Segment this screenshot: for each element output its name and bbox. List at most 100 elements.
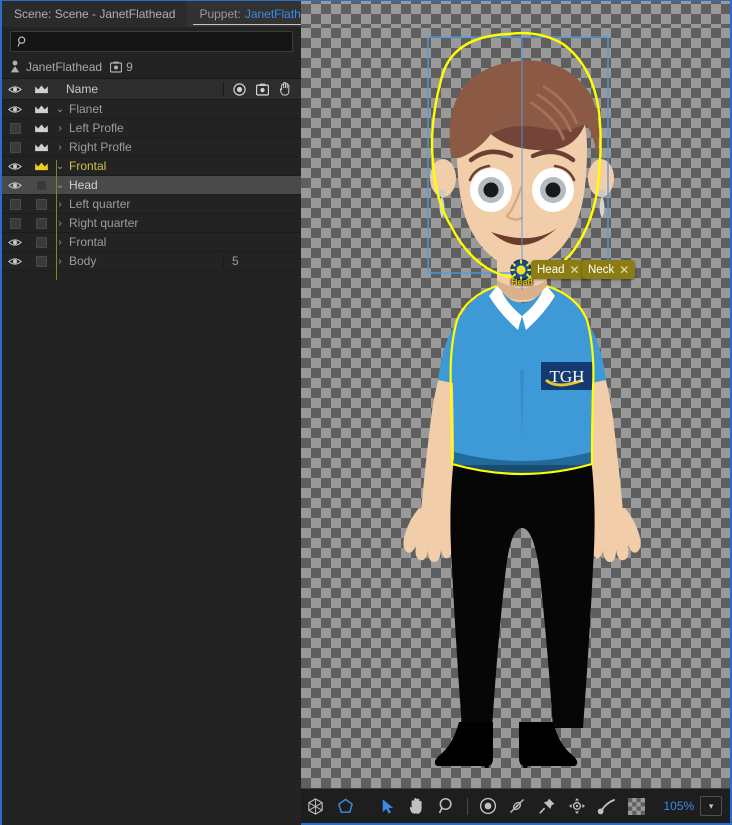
visibility-toggle-off[interactable] xyxy=(2,122,28,134)
layer-list: ⌄ Flanet › Left Profle › Right Profle ⌄ Frontal… xyxy=(2,100,301,271)
puppet-name-label: JanetFlathead xyxy=(26,59,103,74)
visibility-toggle-off[interactable] xyxy=(2,141,28,153)
tag-neck[interactable]: Neck ✕ xyxy=(582,260,636,279)
toolbar-separator xyxy=(466,797,468,815)
eye-icon[interactable] xyxy=(2,257,28,266)
panel-tabbar: Scene: Scene - JanetFlathead Puppet: Jan… xyxy=(2,0,353,27)
zoom-magnifier-icon[interactable] xyxy=(432,791,462,821)
layer-row[interactable]: ⌄ Head xyxy=(2,176,301,195)
column-visibility[interactable] xyxy=(2,85,28,94)
visibility-off-box xyxy=(9,217,21,229)
layer-list-header: Name xyxy=(2,78,301,100)
puppet-trigger-count: 9 xyxy=(110,60,133,74)
layer-row[interactable]: › Right quarter xyxy=(2,214,301,233)
crown-icon[interactable] xyxy=(28,142,54,153)
crown-placeholder[interactable] xyxy=(28,236,54,248)
tab-scene[interactable]: Scene: Scene - JanetFlathead xyxy=(2,1,188,27)
crown-off-box xyxy=(35,179,47,191)
layer-name-label: Left Profle xyxy=(69,121,124,135)
layer-name-label: Head xyxy=(69,178,98,192)
hand-trigger-icon[interactable] xyxy=(279,82,292,96)
canvas-toolbar: 105% ▾ xyxy=(301,788,730,823)
chevron-right-icon[interactable]: › xyxy=(54,142,66,153)
zoom-level-value[interactable]: 105% xyxy=(664,799,695,813)
eye-icon[interactable] xyxy=(2,181,28,190)
transparency-grid-icon[interactable] xyxy=(622,791,652,821)
search-icon xyxy=(17,36,26,47)
search-row xyxy=(2,27,301,55)
crown-off-box xyxy=(35,236,47,248)
pin-icon[interactable] xyxy=(532,791,562,821)
canvas-panel: TGH Head Head ✕ Neck ✕ xyxy=(301,0,732,825)
layer-row[interactable]: › Left Profle xyxy=(2,119,301,138)
visibility-off-box xyxy=(9,141,21,153)
layer-row[interactable]: ⌄ Flanet xyxy=(2,100,301,119)
origin-handle-icon[interactable] xyxy=(473,791,503,821)
puppet-artwork[interactable]: TGH xyxy=(301,28,730,789)
eye-icon[interactable] xyxy=(2,105,28,114)
layer-name-cell[interactable]: › Body xyxy=(54,254,223,268)
layer-value-cell[interactable]: 5 xyxy=(223,254,301,268)
layer-name-cell[interactable]: › Left quarter xyxy=(54,197,223,211)
layer-name-cell[interactable]: › Right Profle xyxy=(54,140,223,154)
column-name[interactable]: Name xyxy=(54,82,223,96)
puppet-canvas[interactable]: TGH Head Head ✕ Neck ✕ xyxy=(301,28,730,789)
layer-name-cell[interactable]: ⌄ Flanet xyxy=(54,102,223,116)
crown-placeholder[interactable] xyxy=(28,255,54,267)
layer-row[interactable]: › Left quarter xyxy=(2,195,301,214)
search-input[interactable] xyxy=(34,35,286,48)
visibility-toggle-off[interactable] xyxy=(2,217,28,229)
crown-placeholder[interactable] xyxy=(28,179,54,191)
layer-name-label: Flanet xyxy=(69,102,103,116)
polygon-mesh-icon[interactable] xyxy=(331,791,361,821)
select-arrow-icon[interactable] xyxy=(372,791,402,821)
crown-off-box xyxy=(35,255,47,267)
chevron-down-icon[interactable]: ⌄ xyxy=(54,104,66,115)
layer-name-cell[interactable]: › Right quarter xyxy=(54,216,223,230)
tag-head-close-icon[interactable]: ✕ xyxy=(570,264,580,276)
eye-icon[interactable] xyxy=(2,238,28,247)
layer-row[interactable]: › Right Profle xyxy=(2,138,301,157)
layer-name-cell[interactable]: ⌄ Frontal xyxy=(54,159,223,173)
puppet-icon xyxy=(10,60,20,73)
record-icon[interactable] xyxy=(233,82,246,96)
layer-row[interactable]: › Body 5 xyxy=(2,252,301,271)
layer-row[interactable]: ⌄ Frontal xyxy=(2,157,301,176)
crown-off-box xyxy=(35,198,47,210)
puppet-badge-icon[interactable] xyxy=(256,83,269,96)
layer-name-label: Frontal xyxy=(69,159,107,173)
puppet-editor-window: Scene: Scene - JanetFlathead Puppet: Jan… xyxy=(0,0,732,825)
layer-name-cell[interactable]: › Left Profle xyxy=(54,121,223,135)
crown-icon[interactable] xyxy=(28,104,54,115)
layer-name-cell[interactable]: ⌄ Head xyxy=(54,178,223,192)
tag-neck-close-icon[interactable]: ✕ xyxy=(619,264,629,276)
draggable-handle-icon[interactable] xyxy=(592,791,622,821)
column-name-label: Name xyxy=(66,82,99,96)
tag-head[interactable]: Head ✕ xyxy=(531,260,586,279)
puppet-info-row[interactable]: JanetFlathead 9 xyxy=(2,55,301,78)
search-box[interactable] xyxy=(10,31,293,52)
origin-handle-label: Head xyxy=(511,277,534,287)
column-crown[interactable] xyxy=(28,84,54,95)
crown-icon[interactable] xyxy=(28,123,54,134)
layer-row[interactable]: › Frontal xyxy=(2,233,301,252)
legs-group xyxy=(434,458,595,768)
visibility-toggle-off[interactable] xyxy=(2,198,28,210)
layer-name-label: Left quarter xyxy=(69,197,131,211)
visibility-off-box xyxy=(9,198,21,210)
chevron-right-icon[interactable]: › xyxy=(54,123,66,134)
tag-head-label: Head xyxy=(537,263,565,276)
eye-icon xyxy=(8,85,22,93)
eye-icon[interactable] xyxy=(2,162,28,171)
crown-placeholder[interactable] xyxy=(28,198,54,210)
stick-handle-icon[interactable] xyxy=(562,791,592,821)
chevron-down-icon[interactable]: ▾ xyxy=(700,796,723,816)
transform-icon[interactable] xyxy=(301,791,331,821)
layer-name-label: Frontal xyxy=(69,235,107,249)
hand-icon[interactable] xyxy=(402,791,432,821)
crown-icon[interactable] xyxy=(28,161,54,172)
layer-name-cell[interactable]: › Frontal xyxy=(54,235,223,249)
layer-name-label: Body xyxy=(69,254,97,268)
crown-placeholder[interactable] xyxy=(28,217,54,229)
dangle-handle-icon[interactable] xyxy=(503,791,533,821)
